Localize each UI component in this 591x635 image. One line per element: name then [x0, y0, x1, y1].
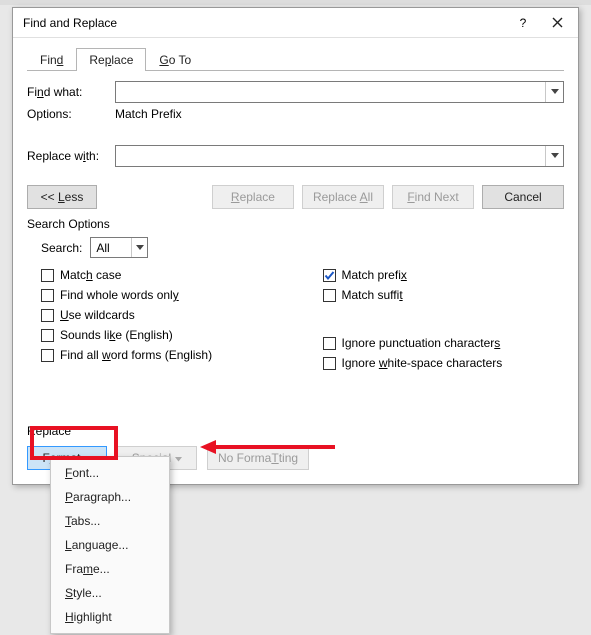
menu-paragraph[interactable]: Paragraph... — [51, 485, 169, 509]
chevron-down-icon — [136, 245, 144, 251]
close-button[interactable] — [540, 10, 574, 36]
checkbox-icon — [41, 289, 54, 302]
tab-strip: Find Replace Go To — [27, 44, 578, 70]
cancel-button[interactable]: Cancel — [482, 185, 564, 209]
format-menu: Font... Paragraph... Tabs... Language...… — [50, 456, 170, 634]
match-case-checkbox[interactable]: Match case — [41, 268, 283, 282]
checkbox-icon — [41, 309, 54, 322]
replace-section-label: Replace — [27, 424, 564, 438]
menu-highlight[interactable]: Highlight — [51, 605, 169, 629]
replace-all-button[interactable]: Replace All — [302, 185, 384, 209]
dropdown-icon — [175, 451, 182, 465]
chevron-down-icon — [551, 89, 559, 95]
close-icon — [552, 17, 563, 28]
chevron-down-icon — [551, 153, 559, 159]
whole-words-checkbox[interactable]: Find whole words only — [41, 288, 283, 302]
options-value: Match Prefix — [115, 107, 182, 121]
checkbox-icon — [323, 289, 336, 302]
help-button[interactable]: ? — [506, 10, 540, 36]
menu-style[interactable]: Style... — [51, 581, 169, 605]
wildcards-checkbox[interactable]: Use wildcards — [41, 308, 283, 322]
help-icon: ? — [520, 16, 527, 30]
checkbox-checked-icon — [323, 269, 336, 282]
titlebar: Find and Replace ? — [13, 8, 578, 38]
search-direction-arrow[interactable] — [131, 238, 147, 257]
find-next-button[interactable]: Find Next — [392, 185, 474, 209]
less-button[interactable]: << Less — [27, 185, 97, 209]
match-suffix-checkbox[interactable]: Match suffit — [323, 288, 565, 302]
search-options-label: Search Options — [27, 217, 564, 231]
checkbox-icon — [323, 337, 336, 350]
tab-find[interactable]: Find — [27, 48, 76, 71]
checkbox-icon — [41, 329, 54, 342]
tab-replace[interactable]: Replace — [76, 48, 146, 71]
find-what-input[interactable] — [115, 81, 564, 103]
replace-with-dropdown[interactable] — [545, 146, 563, 166]
find-what-dropdown[interactable] — [545, 82, 563, 102]
replace-with-label: Replace with: — [27, 149, 115, 163]
options-label: Options: — [27, 107, 115, 121]
replace-button[interactable]: Replace — [212, 185, 294, 209]
ignore-whitespace-checkbox[interactable]: Ignore white-space characters — [323, 356, 565, 370]
menu-font[interactable]: Font... — [51, 461, 169, 485]
search-label: Search: — [41, 241, 82, 255]
tab-goto[interactable]: Go To — [146, 48, 204, 71]
menu-language[interactable]: Language... — [51, 533, 169, 557]
checkbox-icon — [41, 349, 54, 362]
checkbox-icon — [41, 269, 54, 282]
ignore-punctuation-checkbox[interactable]: Ignore punctuation characters — [323, 336, 565, 350]
replace-with-input[interactable] — [115, 145, 564, 167]
menu-tabs[interactable]: Tabs... — [51, 509, 169, 533]
find-what-label: Find what: — [27, 85, 115, 99]
find-replace-dialog: Find and Replace ? Find Replace Go To Fi… — [12, 7, 579, 485]
checkbox-icon — [323, 357, 336, 370]
menu-frame[interactable]: Frame... — [51, 557, 169, 581]
word-forms-checkbox[interactable]: Find all word forms (English) — [41, 348, 283, 362]
match-prefix-checkbox[interactable]: Match prefix — [323, 268, 565, 282]
search-direction-select[interactable]: All — [90, 237, 148, 258]
no-formatting-button[interactable]: No FormaTting — [207, 446, 309, 470]
dialog-title: Find and Replace — [23, 16, 506, 30]
sounds-like-checkbox[interactable]: Sounds like (English) — [41, 328, 283, 342]
